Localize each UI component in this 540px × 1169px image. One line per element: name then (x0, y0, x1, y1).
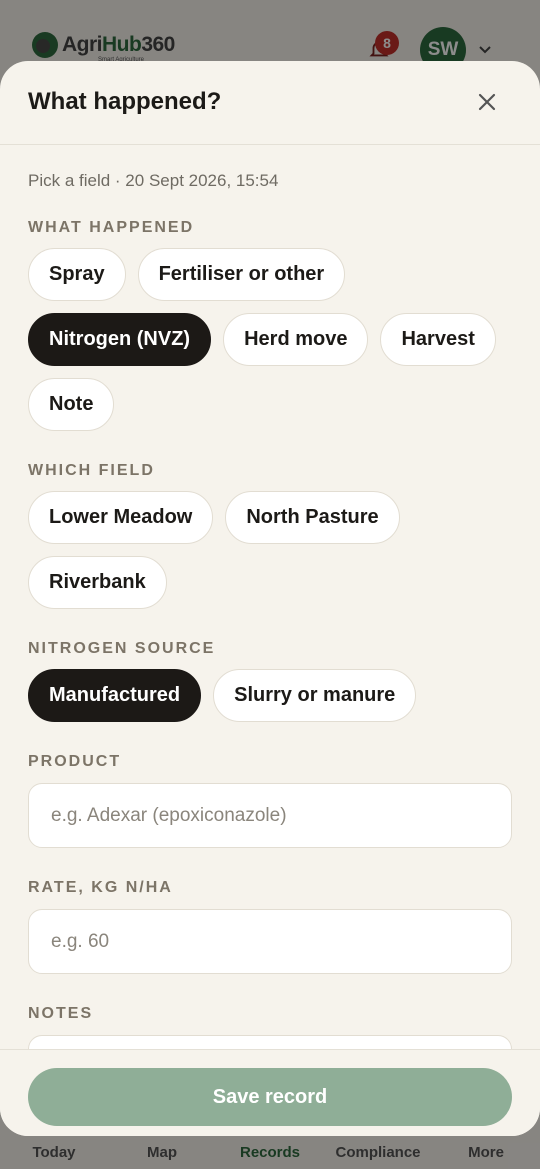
chip-herd-move[interactable]: Herd move (223, 313, 369, 366)
notes-label: NOTES (28, 1005, 94, 1022)
nitrogen-source-chips: Manufactured Slurry or manure (28, 669, 512, 722)
record-context: Pick a field · 20 Sept 2026, 15:54 (28, 171, 279, 190)
chip-harvest[interactable]: Harvest (380, 313, 496, 366)
product-input[interactable] (51, 804, 489, 827)
chip-note[interactable]: Note (28, 378, 115, 431)
notes-field (28, 1035, 512, 1049)
record-sheet: What happened? Pick a field · 20 Sept 20… (0, 61, 540, 1136)
save-record-button[interactable]: Save record (28, 1068, 512, 1126)
sheet-header: What happened? (0, 61, 540, 145)
field-chips: Lower Meadow North Pasture Riverbank (28, 491, 512, 609)
chip-fertiliser[interactable]: Fertiliser or other (137, 248, 346, 301)
product-field (28, 783, 512, 848)
chip-north-pasture[interactable]: North Pasture (225, 491, 400, 544)
nitrogen-source-label: NITROGEN SOURCE (28, 640, 216, 657)
sheet-footer: Save record (0, 1049, 540, 1136)
chip-riverbank[interactable]: Riverbank (28, 556, 167, 609)
sheet-title: What happened? (28, 88, 222, 115)
chip-manufactured[interactable]: Manufactured (28, 669, 202, 722)
product-label: PRODUCT (28, 753, 122, 770)
sheet-body: Pick a field · 20 Sept 2026, 15:54 WHAT … (0, 145, 540, 1049)
chip-nitrogen-nvz[interactable]: Nitrogen (NVZ) (28, 313, 212, 366)
rate-label: RATE, KG N/HA (28, 879, 173, 896)
close-button[interactable] (472, 87, 502, 117)
event-type-chips: Spray Fertiliser or other Nitrogen (NVZ)… (28, 248, 512, 431)
chip-lower-meadow[interactable]: Lower Meadow (28, 491, 214, 544)
rate-field (28, 909, 512, 974)
chip-slurry-manure[interactable]: Slurry or manure (213, 669, 417, 722)
chip-spray[interactable]: Spray (28, 248, 126, 301)
which-field-label: WHICH FIELD (28, 462, 155, 479)
what-happened-label: WHAT HAPPENED (28, 219, 195, 236)
close-icon (478, 93, 496, 111)
rate-input[interactable] (51, 930, 489, 953)
